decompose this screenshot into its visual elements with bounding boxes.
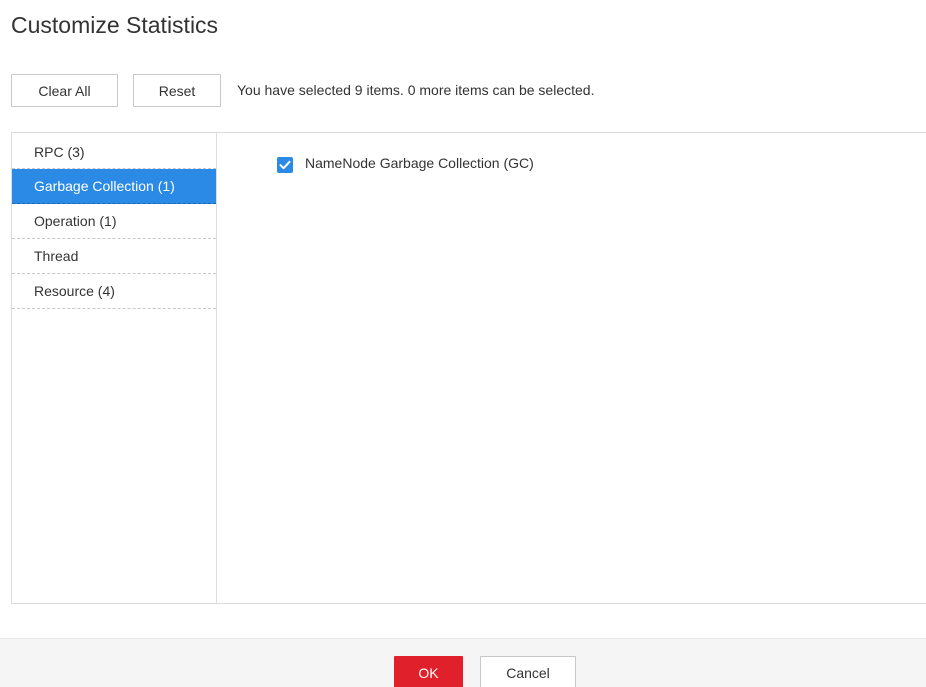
option-namenode-gc[interactable]: NameNode Garbage Collection (GC) xyxy=(277,153,534,173)
sidebar-item-label: Resource (4) xyxy=(34,283,115,299)
sidebar-item-label: Thread xyxy=(34,248,79,264)
clear-all-button[interactable]: Clear All xyxy=(11,74,118,107)
reset-button[interactable]: Reset xyxy=(133,74,221,107)
sidebar-item-label: Garbage Collection (1) xyxy=(34,178,175,194)
sidebar-item-label: RPC (3) xyxy=(34,144,85,160)
sidebar-item-resource[interactable]: Resource (4) xyxy=(12,274,216,309)
ok-button[interactable]: OK xyxy=(394,656,463,687)
category-sidebar: RPC (3) Garbage Collection (1) Operation… xyxy=(12,133,217,603)
sidebar-item-rpc[interactable]: RPC (3) xyxy=(12,136,216,169)
option-label: NameNode Garbage Collection (GC) xyxy=(305,155,534,171)
sidebar-item-operation[interactable]: Operation (1) xyxy=(12,204,216,239)
options-content: NameNode Garbage Collection (GC) xyxy=(217,133,926,603)
selection-info-text: You have selected 9 items. 0 more items … xyxy=(237,82,595,98)
checkbox-checked[interactable] xyxy=(277,157,293,173)
sidebar-item-garbage-collection[interactable]: Garbage Collection (1) xyxy=(12,169,216,204)
cancel-button[interactable]: Cancel xyxy=(480,656,576,687)
customize-statistics-dialog: Customize Statistics Clear All Reset You… xyxy=(0,0,926,687)
dialog-title: Customize Statistics xyxy=(11,12,219,38)
dialog-footer: OK Cancel xyxy=(0,638,926,687)
check-icon xyxy=(279,160,291,170)
statistics-panel: RPC (3) Garbage Collection (1) Operation… xyxy=(11,132,926,604)
sidebar-item-label: Operation (1) xyxy=(34,213,117,229)
sidebar-item-thread[interactable]: Thread xyxy=(12,239,216,274)
